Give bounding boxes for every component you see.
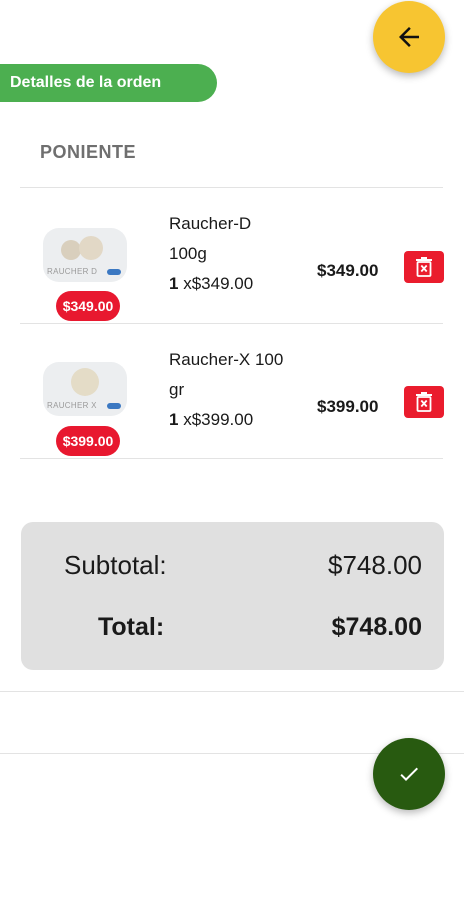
product-name-line1: Raucher-D (169, 214, 252, 233)
subtotal-label: Subtotal: (64, 550, 167, 580)
product-name-line2: 100g (169, 244, 207, 263)
delete-item-button[interactable] (404, 386, 444, 418)
order-summary-card: Subtotal: $748.00 Total: $748.00 (21, 522, 444, 670)
arrow-left-icon (399, 27, 419, 47)
confirm-order-button[interactable] (373, 738, 445, 810)
product-image: RAUCHER X (43, 362, 127, 416)
check-icon (400, 767, 418, 781)
product-image: RAUCHER D (43, 228, 127, 282)
trash-icon (416, 257, 432, 277)
order-details-label: Detalles de la orden (10, 74, 162, 91)
product-name-line1: Raucher-X 100 (169, 350, 284, 369)
product-image-label: RAUCHER D (47, 267, 98, 276)
product-name: Raucher-X 100 gr 1 x$399.00 (169, 345, 304, 435)
price-badge: $399.00 (56, 426, 120, 456)
product-name-line2: gr (169, 380, 185, 399)
total-label: Total: (98, 613, 165, 641)
quantity: 1 (169, 410, 179, 429)
product-name: Raucher-D 100g 1 x$349.00 (169, 209, 304, 299)
quantity: 1 (169, 274, 179, 293)
divider (20, 458, 443, 459)
trash-icon (416, 392, 432, 412)
order-details-banner: Detalles de la orden (0, 64, 217, 102)
quantity-line: 1 x$349.00 (169, 269, 304, 299)
total-value: $748.00 (331, 613, 422, 641)
product-image-label: RAUCHER X (47, 401, 97, 410)
price-badge: $349.00 (56, 291, 120, 321)
unit-price: x$399.00 (183, 410, 254, 429)
delete-item-button[interactable] (404, 251, 444, 283)
line-total: $399.00 (317, 397, 379, 416)
quantity-line: 1 x$399.00 (169, 405, 304, 435)
back-button[interactable] (373, 1, 445, 73)
unit-price: x$349.00 (183, 274, 254, 293)
divider (0, 691, 464, 692)
cart-item: RAUCHER D $349.00 Raucher-D 100g 1 x$349… (0, 188, 464, 323)
cart-item: RAUCHER X $399.00 Raucher-X 100 gr 1 x$3… (0, 324, 464, 459)
subtotal-value: $748.00 (328, 550, 422, 580)
line-total: $349.00 (317, 261, 379, 280)
store-name: PONIENTE (40, 142, 137, 162)
